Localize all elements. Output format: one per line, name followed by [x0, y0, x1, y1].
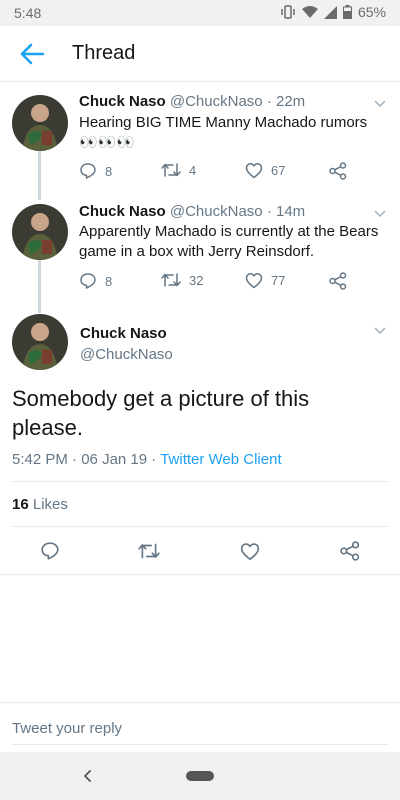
- thread-tweet[interactable]: Chuck Naso @ChuckNaso · 22m Hearing BIG …: [0, 82, 400, 198]
- tweet-client-link[interactable]: Twitter Web Client: [160, 451, 281, 468]
- divider: [12, 481, 388, 482]
- reply-composer: [0, 702, 400, 750]
- back-button[interactable]: [16, 40, 48, 68]
- vibrate-icon: [281, 5, 295, 19]
- chevron-down-icon[interactable]: [372, 323, 388, 339]
- page-title: Thread: [72, 42, 136, 64]
- like-count: 67: [271, 163, 286, 178]
- status-icons: 65%: [280, 4, 386, 20]
- tweet-text: Apparently Machado is currently at the B…: [79, 223, 379, 260]
- author-name[interactable]: Chuck Naso: [79, 203, 166, 220]
- share-icon: [329, 162, 347, 180]
- nav-home-pill[interactable]: [186, 771, 214, 781]
- heart-icon: [245, 273, 263, 289]
- tweet-meta: 5:42 PM · 06 Jan 19 · Twitter Web Client: [12, 451, 282, 468]
- retweet-icon: [161, 163, 181, 177]
- share-button[interactable]: [338, 539, 362, 563]
- share-icon: [340, 541, 360, 561]
- share-icon: [329, 272, 347, 290]
- retweet-button[interactable]: [137, 539, 161, 563]
- nav-back-icon[interactable]: [78, 766, 98, 786]
- retweet-count: 32: [189, 272, 204, 288]
- author-handle: @ChuckNaso: [80, 346, 173, 363]
- wifi-icon: [301, 5, 318, 18]
- tweet-header: Chuck Naso @ChuckNaso · 22m: [79, 93, 305, 110]
- chevron-down-icon[interactable]: [372, 96, 388, 112]
- retweet-button[interactable]: 32: [161, 272, 203, 288]
- battery-percent: 65%: [357, 4, 386, 20]
- reply-count: 8: [105, 163, 113, 179]
- tweet-age: · 14m: [266, 203, 306, 220]
- reply-icon: [80, 163, 96, 179]
- author-handle: @ChuckNaso: [169, 203, 263, 220]
- divider: [0, 574, 400, 575]
- reply-button[interactable]: 8: [79, 162, 112, 180]
- author-handle: @ChuckNaso: [169, 93, 263, 110]
- signal-icon: [323, 5, 337, 19]
- tweet-actions: 8 4 67: [79, 162, 369, 182]
- retweet-icon: [161, 273, 181, 287]
- heart-icon: [240, 542, 260, 560]
- tweet-time: 5:42 PM: [12, 451, 68, 468]
- app-bar: Thread: [0, 26, 400, 82]
- share-button[interactable]: [329, 162, 347, 180]
- like-button[interactable]: 67: [245, 162, 285, 179]
- tweet-date: 06 Jan 19: [81, 451, 148, 468]
- chevron-down-icon[interactable]: [372, 206, 388, 222]
- battery-icon: [342, 5, 352, 19]
- share-button[interactable]: [329, 272, 347, 290]
- avatar[interactable]: [12, 204, 68, 260]
- reply-button[interactable]: 8: [79, 272, 112, 290]
- likes-label: Likes: [32, 496, 68, 513]
- reply-button[interactable]: [38, 539, 62, 563]
- likes-count: 16: [12, 496, 29, 513]
- reply-count: 8: [105, 273, 113, 289]
- like-count: 77: [271, 273, 286, 288]
- reply-icon: [41, 542, 59, 560]
- status-bar: 5:48 65%: [0, 0, 400, 26]
- avatar[interactable]: [12, 314, 68, 370]
- like-button[interactable]: 77: [245, 272, 285, 289]
- avatar[interactable]: [12, 95, 68, 151]
- system-nav-bar: [0, 752, 400, 800]
- tweet-age: · 22m: [266, 93, 306, 110]
- retweet-icon: [138, 543, 160, 559]
- meta-separator: ·: [151, 451, 157, 468]
- tweet-text: Hearing BIG TIME Manny Machado rumors 👀👀…: [79, 114, 368, 151]
- status-time: 5:48: [14, 5, 42, 21]
- thread-tweet[interactable]: Chuck Naso @ChuckNaso · 14m Apparently M…: [0, 198, 400, 310]
- focus-tweet-text: Somebody get a picture of this please.: [12, 386, 310, 440]
- tweet-header: Chuck Naso @ChuckNaso · 14m: [79, 203, 305, 220]
- divider: [12, 526, 388, 527]
- author-name[interactable]: Chuck Naso: [80, 325, 167, 342]
- likes-summary[interactable]: 16 Likes: [12, 496, 68, 513]
- like-button[interactable]: [238, 539, 262, 563]
- author-name[interactable]: Chuck Naso: [79, 93, 166, 110]
- retweet-button[interactable]: 4: [161, 162, 196, 178]
- back-arrow-icon: [20, 43, 45, 65]
- retweet-count: 4: [189, 162, 197, 178]
- reply-icon: [80, 273, 96, 289]
- reply-input[interactable]: [12, 713, 388, 745]
- meta-separator: ·: [72, 451, 78, 468]
- heart-icon: [245, 163, 263, 179]
- tweet-actions: 8 32 77: [79, 272, 369, 292]
